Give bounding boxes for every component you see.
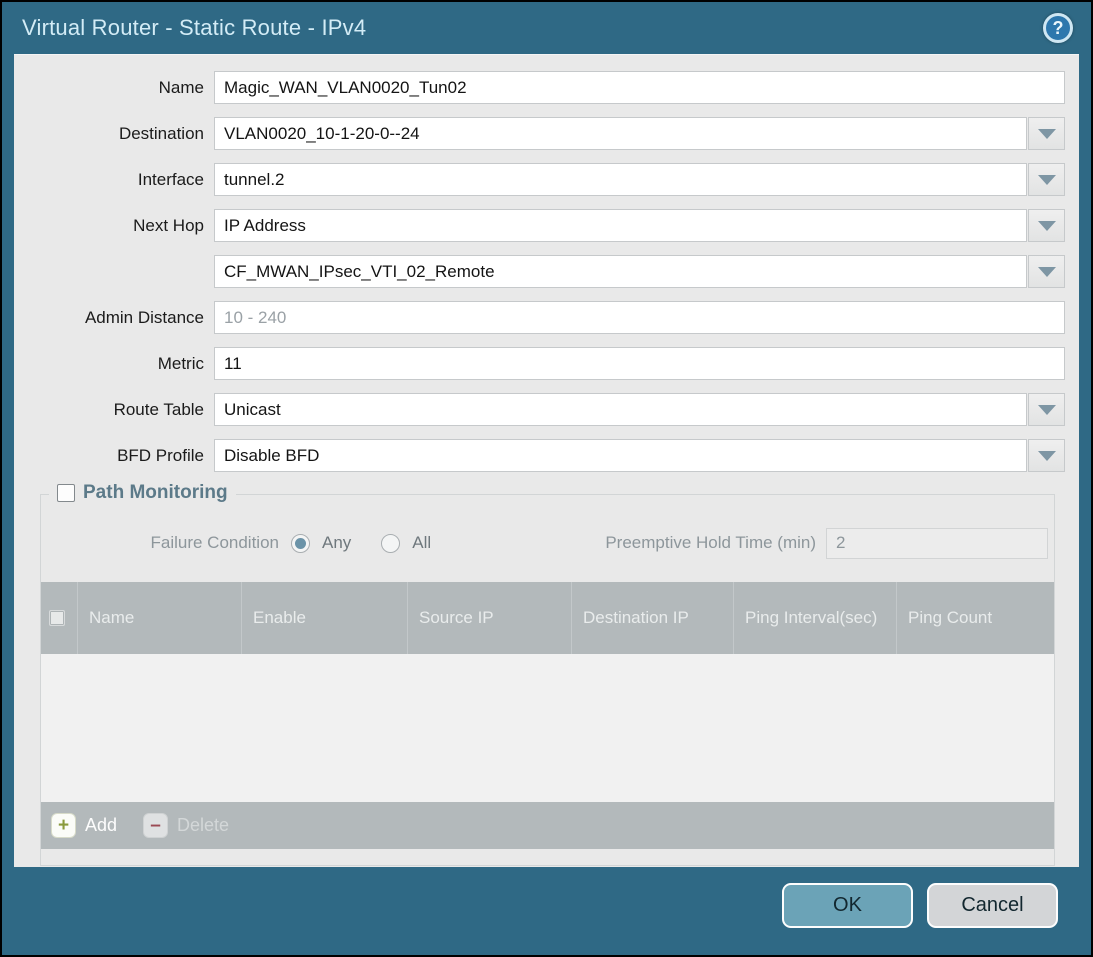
- failure-condition-all-option: All: [381, 533, 431, 553]
- delete-button-label: Delete: [177, 815, 229, 836]
- route-table-dropdown-button[interactable]: [1028, 393, 1065, 426]
- radio-all-label: All: [412, 533, 431, 553]
- dialog-footer: OK Cancel: [14, 867, 1079, 943]
- admin-distance-label: Admin Distance: [14, 308, 214, 328]
- path-monitoring-group: Path Monitoring Failure Condition Any Al…: [40, 494, 1055, 866]
- ok-button[interactable]: OK: [782, 883, 913, 928]
- bfd-profile-label: BFD Profile: [14, 446, 214, 466]
- route-table-label: Route Table: [14, 400, 214, 420]
- failure-condition-label: Failure Condition: [41, 533, 291, 553]
- route-table-input[interactable]: [214, 393, 1027, 426]
- failure-condition-row: Failure Condition Any All Preemptive Hol…: [41, 526, 1054, 560]
- form-row-destination: Destination: [14, 117, 1065, 150]
- destination-dropdown-button[interactable]: [1028, 117, 1065, 150]
- name-input[interactable]: [214, 71, 1065, 104]
- add-button[interactable]: + Add: [51, 813, 117, 838]
- name-label: Name: [14, 78, 214, 98]
- help-icon[interactable]: ?: [1043, 13, 1073, 43]
- form-row-name: Name: [14, 71, 1065, 104]
- path-monitoring-legend: Path Monitoring: [49, 482, 236, 504]
- form-row-metric: Metric: [14, 347, 1065, 380]
- chevron-down-icon: [1038, 405, 1056, 415]
- destination-label: Destination: [14, 124, 214, 144]
- column-header-enable[interactable]: Enable: [241, 582, 407, 654]
- dialog-titlebar: Virtual Router - Static Route - IPv4 ?: [2, 2, 1091, 54]
- dialog-title: Virtual Router - Static Route - IPv4: [22, 15, 1043, 41]
- next-hop-type-input[interactable]: [214, 209, 1027, 242]
- chevron-down-icon: [1038, 129, 1056, 139]
- table-footer-bar: + Add – Delete: [41, 802, 1054, 849]
- chevron-down-icon: [1038, 175, 1056, 185]
- table-body-empty: [41, 654, 1054, 802]
- form-row-bfd-profile: BFD Profile: [14, 439, 1065, 472]
- column-header-ping-interval[interactable]: Ping Interval(sec): [733, 582, 896, 654]
- column-header-source-ip[interactable]: Source IP: [407, 582, 571, 654]
- interface-input[interactable]: [214, 163, 1027, 196]
- radio-any[interactable]: [291, 534, 310, 553]
- failure-condition-any-option: Any: [291, 533, 351, 553]
- radio-all[interactable]: [381, 534, 400, 553]
- path-monitoring-checkbox[interactable]: [57, 484, 75, 502]
- preemptive-hold-time-label: Preemptive Hold Time (min): [461, 533, 826, 553]
- bfd-profile-input[interactable]: [214, 439, 1027, 472]
- dialog-body: Name Destination Interface: [14, 54, 1079, 871]
- delete-button[interactable]: – Delete: [143, 813, 229, 838]
- interface-label: Interface: [14, 170, 214, 190]
- next-hop-dropdown-button[interactable]: [1028, 209, 1065, 242]
- dialog-frame: Virtual Router - Static Route - IPv4 ? N…: [2, 2, 1091, 955]
- next-hop-address-dropdown-button[interactable]: [1028, 255, 1065, 288]
- admin-distance-input[interactable]: [214, 301, 1065, 334]
- destination-input[interactable]: [214, 117, 1027, 150]
- metric-input[interactable]: [214, 347, 1065, 380]
- add-button-label: Add: [85, 815, 117, 836]
- table-header-row: Name Enable Source IP Destination IP Pin…: [41, 582, 1054, 654]
- path-monitoring-table: Name Enable Source IP Destination IP Pin…: [41, 582, 1054, 849]
- interface-dropdown-button[interactable]: [1028, 163, 1065, 196]
- plus-icon: +: [51, 813, 76, 838]
- metric-label: Metric: [14, 354, 214, 374]
- form-row-next-hop: Next Hop: [14, 209, 1065, 242]
- column-header-name[interactable]: Name: [77, 582, 241, 654]
- form-row-admin-distance: Admin Distance: [14, 301, 1065, 334]
- next-hop-address-input[interactable]: [214, 255, 1027, 288]
- table-header-select-all: [41, 582, 77, 654]
- form-row-next-hop-address: [14, 255, 1065, 288]
- select-all-checkbox[interactable]: [49, 610, 65, 626]
- bfd-profile-dropdown-button[interactable]: [1028, 439, 1065, 472]
- form-row-interface: Interface: [14, 163, 1065, 196]
- column-header-ping-count[interactable]: Ping Count: [896, 582, 1054, 654]
- preemptive-hold-time-input[interactable]: [826, 528, 1048, 559]
- form-row-route-table: Route Table: [14, 393, 1065, 426]
- chevron-down-icon: [1038, 451, 1056, 461]
- radio-any-label: Any: [322, 533, 351, 553]
- chevron-down-icon: [1038, 267, 1056, 277]
- cancel-button[interactable]: Cancel: [927, 883, 1058, 928]
- column-header-destination-ip[interactable]: Destination IP: [571, 582, 733, 654]
- path-monitoring-title: Path Monitoring: [83, 482, 228, 504]
- next-hop-label: Next Hop: [14, 216, 214, 236]
- chevron-down-icon: [1038, 221, 1056, 231]
- minus-icon: –: [143, 813, 168, 838]
